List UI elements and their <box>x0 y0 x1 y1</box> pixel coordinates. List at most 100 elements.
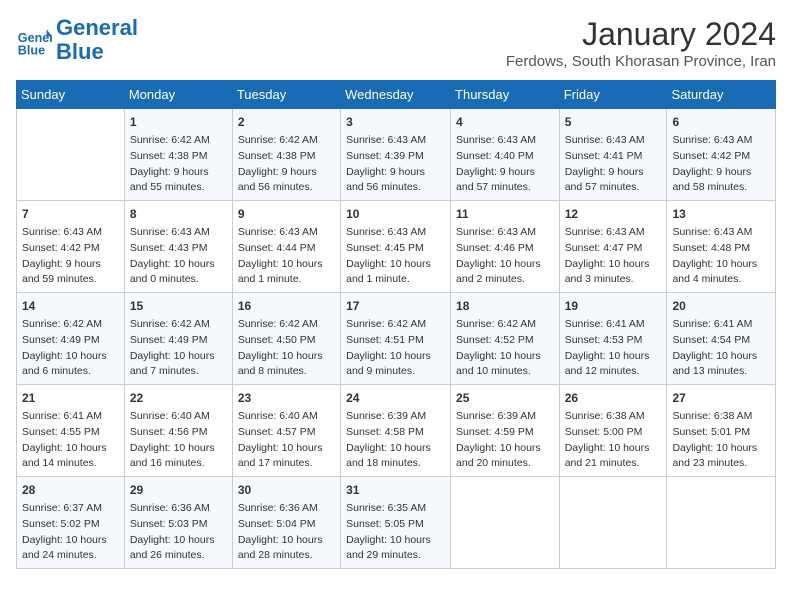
calendar-day-cell: 25 Sunrise: 6:39 AMSunset: 4:59 PMDayligh… <box>451 385 560 477</box>
calendar-day-cell: 2Sunrise: 6:42 AMSunset: 4:38 PMDaylight… <box>232 109 340 201</box>
day-number: 20 <box>672 297 770 315</box>
day-number: 3 <box>346 113 445 131</box>
calendar-week-row: 14 Sunrise: 6:42 AMSunset: 4:49 PMDayligh… <box>17 293 776 385</box>
calendar-day-cell: 13 Sunrise: 6:43 AMSunset: 4:48 PMDayligh… <box>667 201 776 293</box>
day-number: 11 <box>456 205 554 223</box>
day-info: Sunrise: 6:43 AMSunset: 4:41 PMDaylight:… <box>565 133 662 196</box>
calendar-day-cell: 20 Sunrise: 6:41 AMSunset: 4:54 PMDayligh… <box>667 293 776 385</box>
day-number: 22 <box>130 389 227 407</box>
calendar-day-cell: 15 Sunrise: 6:42 AMSunset: 4:49 PMDayligh… <box>124 293 232 385</box>
calendar-day-cell: 9 Sunrise: 6:43 AMSunset: 4:44 PMDaylight… <box>232 201 340 293</box>
day-info: Sunrise: 6:43 AMSunset: 4:44 PMDaylight:… <box>238 225 335 288</box>
weekday-header: Thursday <box>451 81 560 109</box>
calendar-day-cell: 28 Sunrise: 6:37 AMSunset: 5:02 PMDayligh… <box>17 477 125 569</box>
day-info: Sunrise: 6:43 AMSunset: 4:47 PMDaylight:… <box>565 225 662 288</box>
day-number: 28 <box>22 481 119 499</box>
weekday-header-row: SundayMondayTuesdayWednesdayThursdayFrid… <box>17 81 776 109</box>
calendar-day-cell: 14 Sunrise: 6:42 AMSunset: 4:49 PMDayligh… <box>17 293 125 385</box>
day-number: 27 <box>672 389 770 407</box>
calendar-day-cell: 4 Sunrise: 6:43 AMSunset: 4:40 PMDaylight… <box>451 109 560 201</box>
day-info: Sunrise: 6:43 AMSunset: 4:42 PMDaylight:… <box>672 133 770 196</box>
day-number: 19 <box>565 297 662 315</box>
calendar-day-cell <box>559 477 667 569</box>
day-info: Sunrise: 6:39 AMSunset: 4:58 PMDaylight:… <box>346 409 445 472</box>
day-number: 12 <box>565 205 662 223</box>
weekday-header: Wednesday <box>341 81 451 109</box>
day-number: 23 <box>238 389 335 407</box>
calendar-day-cell: 27 Sunrise: 6:38 AMSunset: 5:01 PMDayligh… <box>667 385 776 477</box>
day-info: Sunrise: 6:43 AMSunset: 4:45 PMDaylight:… <box>346 225 445 288</box>
title-block: January 2024 Ferdows, South Khorasan Pro… <box>506 16 776 70</box>
day-number: 4 <box>456 113 554 131</box>
day-info: Sunrise: 6:42 AMSunset: 4:38 PMDaylight:… <box>130 133 227 196</box>
logo-line1: General <box>56 15 138 40</box>
day-info: Sunrise: 6:38 AMSunset: 5:00 PMDaylight:… <box>565 409 662 472</box>
day-number: 9 <box>238 205 335 223</box>
calendar-day-cell: 19 Sunrise: 6:41 AMSunset: 4:53 PMDayligh… <box>559 293 667 385</box>
day-number: 24 <box>346 389 445 407</box>
location-title: Ferdows, South Khorasan Province, Iran <box>506 53 776 70</box>
calendar-day-cell: 21Sunrise: 6:41 AMSunset: 4:55 PMDayligh… <box>17 385 125 477</box>
day-number: 10 <box>346 205 445 223</box>
calendar-day-cell: 22Sunrise: 6:40 AMSunset: 4:56 PMDayligh… <box>124 385 232 477</box>
calendar-day-cell: 29Sunrise: 6:36 AMSunset: 5:03 PMDayligh… <box>124 477 232 569</box>
day-info: Sunrise: 6:41 AMSunset: 4:54 PMDaylight:… <box>672 317 770 380</box>
day-info: Sunrise: 6:42 AMSunset: 4:49 PMDaylight:… <box>22 317 119 380</box>
calendar-day-cell: 31Sunrise: 6:35 AMSunset: 5:05 PMDayligh… <box>341 477 451 569</box>
day-number: 5 <box>565 113 662 131</box>
day-number: 15 <box>130 297 227 315</box>
calendar-day-cell <box>17 109 125 201</box>
calendar-day-cell: 17 Sunrise: 6:42 AMSunset: 4:51 PMDayligh… <box>341 293 451 385</box>
day-number: 26 <box>565 389 662 407</box>
day-info: Sunrise: 6:37 AMSunset: 5:02 PMDaylight:… <box>22 501 119 564</box>
weekday-header: Tuesday <box>232 81 340 109</box>
svg-text:Blue: Blue <box>18 44 45 58</box>
calendar-day-cell: 24 Sunrise: 6:39 AMSunset: 4:58 PMDayligh… <box>341 385 451 477</box>
weekday-header: Sunday <box>17 81 125 109</box>
logo-line2: Blue <box>56 39 104 64</box>
calendar-day-cell: 23Sunrise: 6:40 AMSunset: 4:57 PMDayligh… <box>232 385 340 477</box>
day-info: Sunrise: 6:41 AMSunset: 4:53 PMDaylight:… <box>565 317 662 380</box>
day-number: 6 <box>672 113 770 131</box>
month-title: January 2024 <box>506 16 776 53</box>
day-info: Sunrise: 6:42 AMSunset: 4:50 PMDaylight:… <box>238 317 335 380</box>
weekday-header: Saturday <box>667 81 776 109</box>
day-number: 18 <box>456 297 554 315</box>
day-number: 25 <box>456 389 554 407</box>
calendar-week-row: 28 Sunrise: 6:37 AMSunset: 5:02 PMDayligh… <box>17 477 776 569</box>
calendar-week-row: 21Sunrise: 6:41 AMSunset: 4:55 PMDayligh… <box>17 385 776 477</box>
day-info: Sunrise: 6:39 AMSunset: 4:59 PMDaylight:… <box>456 409 554 472</box>
calendar-day-cell: 1Sunrise: 6:42 AMSunset: 4:38 PMDaylight… <box>124 109 232 201</box>
calendar-day-cell: 6 Sunrise: 6:43 AMSunset: 4:42 PMDaylight… <box>667 109 776 201</box>
day-info: Sunrise: 6:43 AMSunset: 4:43 PMDaylight:… <box>130 225 227 288</box>
day-number: 14 <box>22 297 119 315</box>
day-info: Sunrise: 6:42 AMSunset: 4:52 PMDaylight:… <box>456 317 554 380</box>
logo-text: General Blue <box>56 16 138 64</box>
logo-icon: General Blue <box>16 22 52 58</box>
calendar-day-cell: 26 Sunrise: 6:38 AMSunset: 5:00 PMDayligh… <box>559 385 667 477</box>
calendar-day-cell: 16 Sunrise: 6:42 AMSunset: 4:50 PMDayligh… <box>232 293 340 385</box>
calendar-day-cell: 7 Sunrise: 6:43 AMSunset: 4:42 PMDaylight… <box>17 201 125 293</box>
day-number: 17 <box>346 297 445 315</box>
calendar-day-cell <box>667 477 776 569</box>
day-number: 29 <box>130 481 227 499</box>
day-info: Sunrise: 6:42 AMSunset: 4:51 PMDaylight:… <box>346 317 445 380</box>
day-number: 7 <box>22 205 119 223</box>
day-info: Sunrise: 6:42 AMSunset: 4:38 PMDaylight:… <box>238 133 335 196</box>
calendar-day-cell: 8Sunrise: 6:43 AMSunset: 4:43 PMDaylight… <box>124 201 232 293</box>
day-info: Sunrise: 6:41 AMSunset: 4:55 PMDaylight:… <box>22 409 119 472</box>
day-info: Sunrise: 6:43 AMSunset: 4:40 PMDaylight:… <box>456 133 554 196</box>
day-number: 31 <box>346 481 445 499</box>
calendar-day-cell: 30Sunrise: 6:36 AMSunset: 5:04 PMDayligh… <box>232 477 340 569</box>
day-info: Sunrise: 6:43 AMSunset: 4:48 PMDaylight:… <box>672 225 770 288</box>
day-number: 16 <box>238 297 335 315</box>
calendar-day-cell <box>451 477 560 569</box>
calendar-day-cell: 5 Sunrise: 6:43 AMSunset: 4:41 PMDaylight… <box>559 109 667 201</box>
day-info: Sunrise: 6:38 AMSunset: 5:01 PMDaylight:… <box>672 409 770 472</box>
day-info: Sunrise: 6:43 AMSunset: 4:42 PMDaylight:… <box>22 225 119 288</box>
calendar-day-cell: 11Sunrise: 6:43 AMSunset: 4:46 PMDayligh… <box>451 201 560 293</box>
day-info: Sunrise: 6:36 AMSunset: 5:04 PMDaylight:… <box>238 501 335 564</box>
calendar-day-cell: 18 Sunrise: 6:42 AMSunset: 4:52 PMDayligh… <box>451 293 560 385</box>
day-info: Sunrise: 6:42 AMSunset: 4:49 PMDaylight:… <box>130 317 227 380</box>
day-number: 13 <box>672 205 770 223</box>
